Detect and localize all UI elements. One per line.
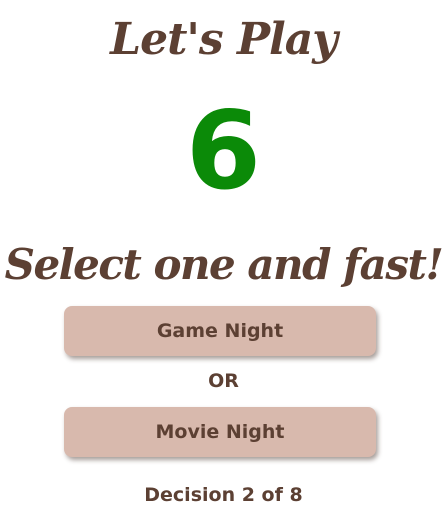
page-title: Let's Play bbox=[110, 14, 338, 65]
choice-button-movie-night[interactable]: Movie Night bbox=[64, 407, 376, 457]
prompt-text: Select one and fast! bbox=[4, 240, 444, 289]
game-screen: Let's Play 6 Select one and fast! Game N… bbox=[0, 0, 447, 521]
or-separator: OR bbox=[208, 370, 239, 392]
decision-progress: Decision 2 of 8 bbox=[144, 484, 303, 506]
countdown-timer: 6 bbox=[185, 89, 262, 214]
choice-button-game-night[interactable]: Game Night bbox=[64, 306, 376, 356]
